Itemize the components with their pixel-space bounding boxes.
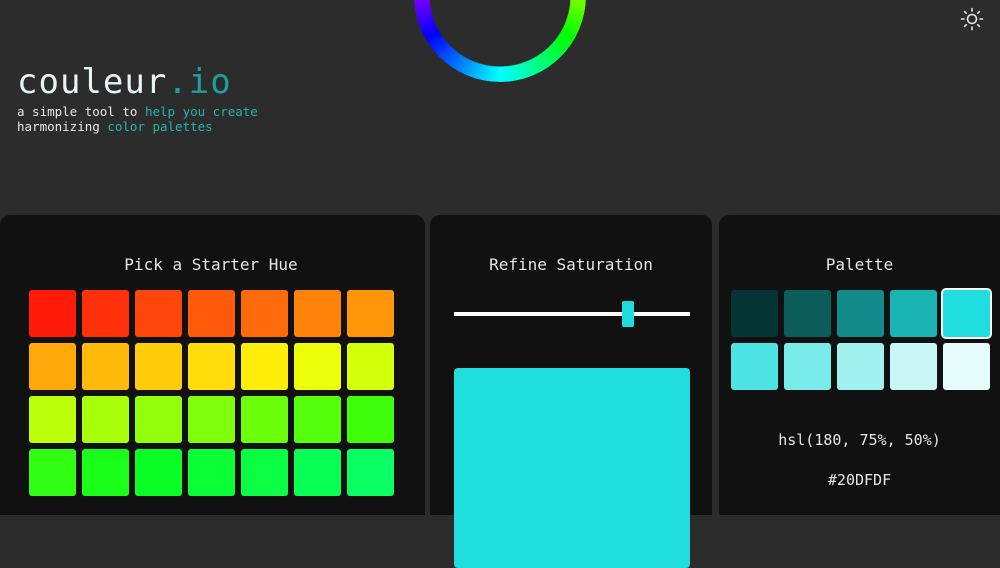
palette-swatch[interactable] — [784, 290, 831, 337]
hue-swatch[interactable] — [241, 449, 288, 496]
hue-swatch[interactable] — [188, 343, 235, 390]
hue-swatch[interactable] — [241, 343, 288, 390]
hue-panel-title: Pick a Starter Hue — [124, 255, 298, 274]
site-logo: couleur.io — [17, 62, 258, 102]
hue-swatch[interactable] — [241, 396, 288, 443]
hue-swatch[interactable] — [82, 343, 129, 390]
hsl-value[interactable]: hsl(180, 75%, 50%) — [719, 431, 1000, 449]
tagline-part: color palettes — [107, 119, 213, 134]
palette-panel: Palette hsl(180, 75%, 50%) #20DFDF — [719, 215, 1000, 515]
palette-swatch[interactable] — [943, 290, 990, 337]
palette-swatch[interactable] — [943, 343, 990, 390]
theme-toggle-button[interactable] — [960, 7, 984, 31]
sun-icon — [960, 7, 984, 31]
brand-block: couleur.io a simple tool to help you cre… — [17, 62, 258, 134]
hue-swatch[interactable] — [135, 343, 182, 390]
hue-swatch[interactable] — [135, 290, 182, 337]
hue-swatch[interactable] — [29, 290, 76, 337]
hue-swatch[interactable] — [294, 396, 341, 443]
hue-swatch[interactable] — [135, 449, 182, 496]
hue-swatch[interactable] — [82, 449, 129, 496]
hue-swatch[interactable] — [294, 449, 341, 496]
color-preview — [454, 368, 690, 568]
palette-swatch[interactable] — [837, 343, 884, 390]
hue-swatch[interactable] — [347, 396, 394, 443]
hue-swatch[interactable] — [294, 290, 341, 337]
tagline-part: help you create — [144, 104, 258, 119]
hue-swatch[interactable] — [135, 396, 182, 443]
logo-extension: .io — [167, 62, 232, 102]
hue-panel: Pick a Starter Hue — [0, 215, 425, 515]
hue-wheel[interactable] — [414, 0, 586, 82]
palette-panel-title: Palette — [825, 255, 894, 274]
logo-name: couleur — [17, 62, 168, 102]
hue-swatch[interactable] — [188, 396, 235, 443]
palette-swatch[interactable] — [784, 343, 831, 390]
hue-swatch[interactable] — [29, 343, 76, 390]
hue-swatch[interactable] — [347, 449, 394, 496]
hue-swatch[interactable] — [188, 290, 235, 337]
palette-swatch[interactable] — [731, 290, 778, 337]
hue-swatch[interactable] — [347, 290, 394, 337]
palette-swatch[interactable] — [837, 290, 884, 337]
hue-swatch[interactable] — [82, 290, 129, 337]
hue-swatch[interactable] — [29, 396, 76, 443]
hue-swatch[interactable] — [29, 449, 76, 496]
hue-swatch[interactable] — [241, 290, 288, 337]
tagline: a simple tool to help you create harmoni… — [17, 104, 258, 134]
hue-swatch[interactable] — [82, 396, 129, 443]
hex-value[interactable]: #20DFDF — [719, 471, 1000, 489]
palette-swatch[interactable] — [731, 343, 778, 390]
tagline-part: harmonizing — [17, 119, 108, 134]
saturation-slider-track[interactable] — [454, 312, 690, 316]
palette-swatch[interactable] — [890, 290, 937, 337]
saturation-panel-title: Refine Saturation — [489, 255, 653, 274]
hue-swatch[interactable] — [347, 343, 394, 390]
tagline-part: a simple tool to — [17, 104, 145, 119]
hue-swatch[interactable] — [294, 343, 341, 390]
palette-swatch[interactable] — [890, 343, 937, 390]
saturation-panel: Refine Saturation — [430, 215, 712, 568]
saturation-slider-thumb[interactable] — [622, 301, 634, 327]
hue-swatch[interactable] — [188, 449, 235, 496]
